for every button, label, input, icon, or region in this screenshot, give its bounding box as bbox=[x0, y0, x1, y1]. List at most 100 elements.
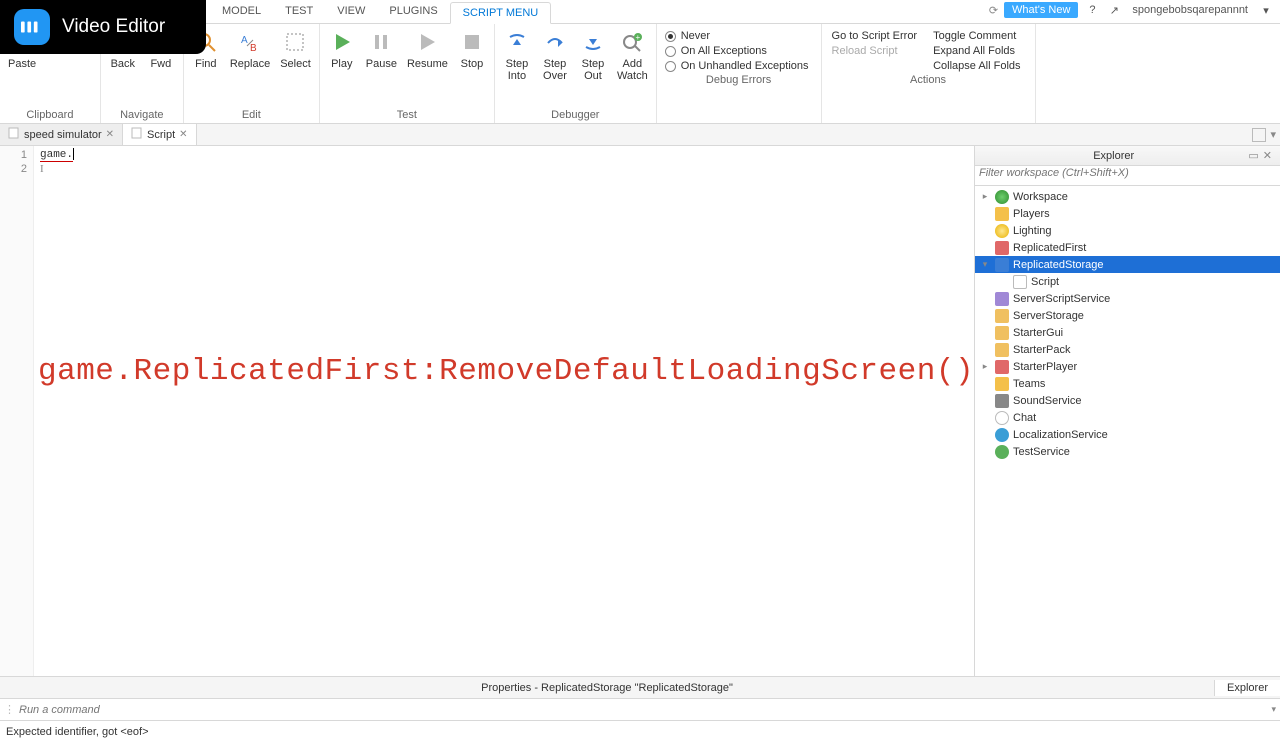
tree-node-starterpack[interactable]: StarterPack bbox=[975, 341, 1280, 358]
tree-node-serverscriptservice[interactable]: ServerScriptService bbox=[975, 290, 1280, 307]
tree-node-serverstorage[interactable]: ServerStorage bbox=[975, 307, 1280, 324]
restore-down-icon[interactable]: ⟳ bbox=[989, 4, 998, 17]
tree-node-soundservice[interactable]: SoundService bbox=[975, 392, 1280, 409]
collapse-all-folds-button[interactable]: Collapse All Folds bbox=[933, 60, 1020, 72]
share-icon[interactable]: ↗ bbox=[1106, 2, 1122, 18]
chat-icon bbox=[995, 411, 1009, 425]
go-to-script-error-button[interactable]: Go to Script Error bbox=[832, 30, 918, 42]
tab-plugins[interactable]: PLUGINS bbox=[377, 1, 449, 23]
doc-tab-speed-simulator[interactable]: speed simulator ✕ bbox=[0, 124, 123, 145]
tree-node-replicatedfirst[interactable]: ReplicatedFirst bbox=[975, 239, 1280, 256]
properties-strip: Properties - ReplicatedStorage "Replicat… bbox=[0, 676, 1280, 698]
tree-node-teams[interactable]: Teams bbox=[975, 375, 1280, 392]
whats-new-button[interactable]: What's New bbox=[1004, 2, 1078, 18]
debug-error-option-0[interactable]: Never bbox=[665, 30, 809, 42]
folder-icon bbox=[995, 343, 1009, 357]
tree-label: LocalizationService bbox=[1013, 429, 1108, 441]
step-into-button[interactable]: Step Into bbox=[499, 26, 535, 84]
storage-icon bbox=[995, 258, 1009, 272]
resume-button[interactable]: Resume bbox=[403, 26, 452, 72]
stop-button[interactable]: Stop bbox=[454, 26, 490, 72]
filter-workspace-input[interactable] bbox=[979, 167, 1276, 179]
doc-tab-close-icon[interactable]: ✕ bbox=[106, 129, 114, 140]
debug-error-option-1[interactable]: On All Exceptions bbox=[665, 45, 809, 57]
tree-label: StarterPack bbox=[1013, 344, 1070, 356]
tree-node-testservice[interactable]: TestService bbox=[975, 443, 1280, 460]
sound-icon bbox=[995, 394, 1009, 408]
reload-script-button[interactable]: Reload Script bbox=[832, 45, 918, 57]
lighting-icon bbox=[995, 224, 1009, 238]
panel-popout-icon[interactable]: ▭ bbox=[1246, 149, 1260, 162]
tree-label: Script bbox=[1031, 276, 1059, 288]
tree-label: Players bbox=[1013, 208, 1050, 220]
tree-node-chat[interactable]: Chat bbox=[975, 409, 1280, 426]
tree-node-script[interactable]: Script bbox=[975, 273, 1280, 290]
properties-title: Properties - ReplicatedStorage "Replicat… bbox=[0, 682, 1214, 694]
explorer-panel: Explorer ▭ ✕ ▸WorkspacePlayersLightingRe… bbox=[974, 146, 1280, 676]
command-grip-icon: ⋮ bbox=[4, 703, 19, 716]
server-icon bbox=[995, 292, 1009, 306]
tree-label: ReplicatedStorage bbox=[1013, 259, 1104, 271]
toggle-comment-button[interactable]: Toggle Comment bbox=[933, 30, 1020, 42]
debug-error-option-2[interactable]: On Unhandled Exceptions bbox=[665, 60, 809, 72]
expand-all-folds-button[interactable]: Expand All Folds bbox=[933, 45, 1020, 57]
expand-icon[interactable]: ▸ bbox=[979, 361, 991, 372]
user-name[interactable]: spongebobsqarepannnt bbox=[1128, 4, 1252, 16]
group-debug-errors-label: Debug Errors bbox=[661, 72, 817, 88]
doc-tab-script[interactable]: Script ✕ bbox=[123, 124, 197, 145]
script-icon bbox=[1013, 275, 1027, 289]
split-view-icon[interactable] bbox=[1252, 128, 1266, 142]
video-editor-overlay: Video Editor bbox=[0, 0, 206, 54]
panel-close-icon[interactable]: ✕ bbox=[1261, 149, 1274, 162]
tree-node-starterplayer[interactable]: ▸StarterPlayer bbox=[975, 358, 1280, 375]
status-text: Expected identifier, got <eof> bbox=[6, 726, 149, 738]
tree-label: StarterGui bbox=[1013, 327, 1063, 339]
doc-tab-label: speed simulator bbox=[24, 129, 102, 141]
group-edit-label: Edit bbox=[188, 107, 315, 123]
replace-button[interactable]: ABReplace bbox=[226, 26, 274, 72]
svg-text:B: B bbox=[250, 43, 257, 53]
command-history-icon[interactable]: ▾ bbox=[1271, 704, 1276, 715]
play-button[interactable]: Play bbox=[324, 26, 360, 72]
doc-tab-label: Script bbox=[147, 129, 175, 141]
code-editor[interactable]: 12 game.I game.ReplicatedFirst:RemoveDef… bbox=[0, 146, 974, 676]
expand-icon[interactable]: ▾ bbox=[979, 259, 991, 270]
group-actions-label: Actions bbox=[826, 72, 1031, 88]
tree-node-localizationservice[interactable]: LocalizationService bbox=[975, 426, 1280, 443]
doc-tab-close-icon[interactable]: ✕ bbox=[179, 129, 187, 140]
radio-icon bbox=[665, 46, 676, 57]
local-icon bbox=[995, 428, 1009, 442]
tab-view[interactable]: VIEW bbox=[325, 1, 377, 23]
player-icon bbox=[995, 360, 1009, 374]
command-input[interactable] bbox=[19, 704, 1276, 716]
group-navigate-label: Navigate bbox=[105, 107, 179, 123]
status-bar: Expected identifier, got <eof> bbox=[0, 720, 1280, 742]
step-over-button[interactable]: Step Over bbox=[537, 26, 573, 84]
radio-icon bbox=[665, 31, 676, 42]
tree-node-replicatedstorage[interactable]: ▾ ReplicatedStorage bbox=[975, 256, 1280, 273]
add-watch-button[interactable]: +Add Watch bbox=[613, 26, 652, 84]
doc-tab-icon bbox=[131, 127, 143, 142]
pause-button[interactable]: Pause bbox=[362, 26, 401, 72]
radio-label: On Unhandled Exceptions bbox=[681, 60, 809, 72]
overlay-title: Video Editor bbox=[62, 16, 165, 38]
tree-label: Workspace bbox=[1013, 191, 1068, 203]
tree-node-workspace[interactable]: ▸ Workspace bbox=[975, 188, 1280, 205]
tab-overflow-icon[interactable]: ▾ bbox=[1270, 128, 1276, 141]
svg-text:+: + bbox=[636, 33, 641, 42]
select-button[interactable]: Select bbox=[276, 26, 315, 72]
expand-icon[interactable]: ▸ bbox=[979, 191, 991, 202]
step-out-button[interactable]: Step Out bbox=[575, 26, 611, 84]
tab-model[interactable]: MODEL bbox=[210, 1, 273, 23]
user-dropdown-icon[interactable]: ▾ bbox=[1258, 2, 1274, 18]
tree-label: TestService bbox=[1013, 446, 1070, 458]
explorer-tree[interactable]: ▸ Workspace Players LightingReplicatedFirst… bbox=[975, 186, 1280, 676]
tab-script-menu[interactable]: SCRIPT MENU bbox=[450, 2, 552, 24]
tree-node-players[interactable]: Players bbox=[975, 205, 1280, 222]
tree-node-startergui[interactable]: StarterGui bbox=[975, 324, 1280, 341]
help-icon[interactable]: ? bbox=[1084, 2, 1100, 18]
group-test-label: Test bbox=[324, 107, 490, 123]
tree-node-lighting[interactable]: Lighting bbox=[975, 222, 1280, 239]
properties-explorer-tab[interactable]: Explorer bbox=[1214, 680, 1280, 696]
tab-test[interactable]: TEST bbox=[273, 1, 325, 23]
